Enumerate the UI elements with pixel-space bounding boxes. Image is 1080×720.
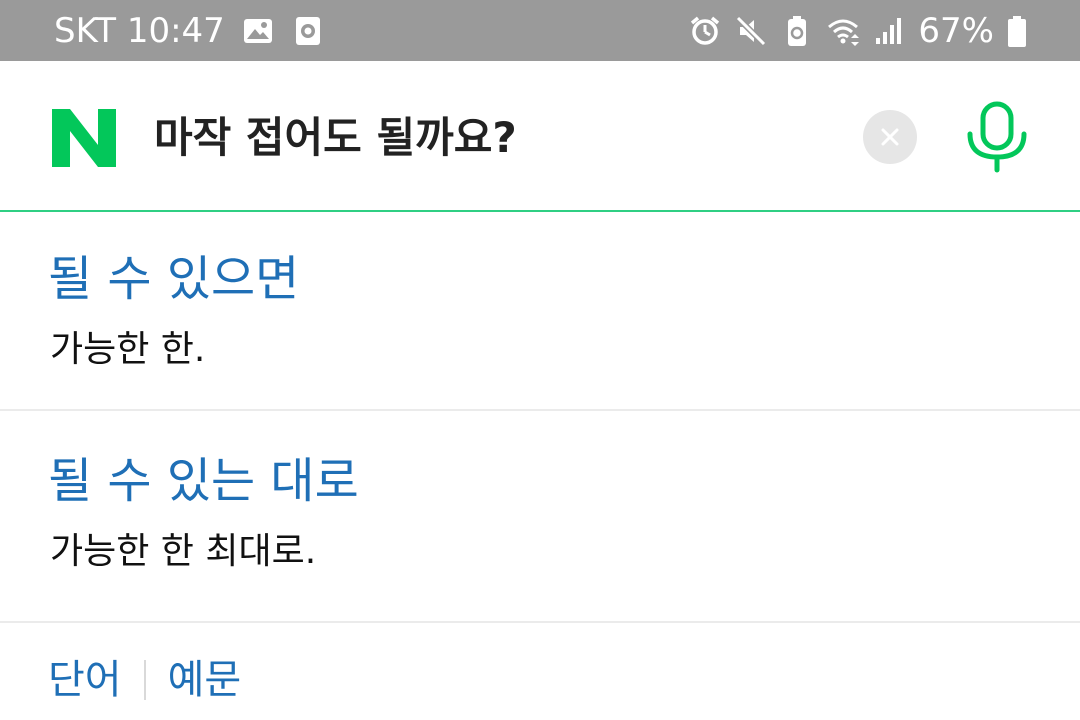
result-title[interactable]: 될 수 있으면: [48, 247, 299, 311]
result-title[interactable]: 될 수 있는 대로: [48, 449, 359, 513]
wifi-icon: [826, 14, 860, 48]
status-left: SKT 10:47: [54, 8, 325, 54]
screen-recorder-icon: [291, 14, 325, 48]
image-icon: [241, 14, 275, 48]
category-tabs: 단어 예문: [48, 650, 241, 710]
status-carrier-time: SKT 10:47: [54, 11, 225, 51]
status-right: 67%: [688, 8, 1028, 54]
search-input[interactable]: 마작 접어도 될까요?: [154, 109, 517, 167]
signal-icon: [872, 14, 906, 48]
tab-words[interactable]: 단어: [48, 650, 122, 710]
battery-icon: [1006, 14, 1028, 48]
close-icon: [881, 128, 899, 146]
microphone-icon: [967, 101, 1027, 173]
result-description: 가능한 한.: [50, 329, 206, 370]
battery-percent: 67%: [918, 11, 994, 51]
voice-search-button[interactable]: [964, 101, 1030, 173]
tab-divider: [143, 660, 146, 700]
tab-examples[interactable]: 예문: [168, 650, 242, 710]
result-description: 가능한 한 최대로.: [50, 531, 317, 572]
naver-logo-icon[interactable]: [52, 109, 116, 167]
mute-icon: [734, 14, 768, 48]
search-header: 마작 접어도 될까요?: [0, 61, 1080, 212]
status-bar: SKT 10:47 67%: [0, 0, 1080, 61]
result-item[interactable]: 될 수 있는 대로 가능한 한 최대로.: [0, 411, 1080, 623]
alarm-icon: [688, 14, 722, 48]
result-item[interactable]: 될 수 있으면 가능한 한.: [0, 213, 1080, 411]
clear-search-button[interactable]: [863, 110, 917, 164]
battery-saver-icon: [780, 14, 814, 48]
